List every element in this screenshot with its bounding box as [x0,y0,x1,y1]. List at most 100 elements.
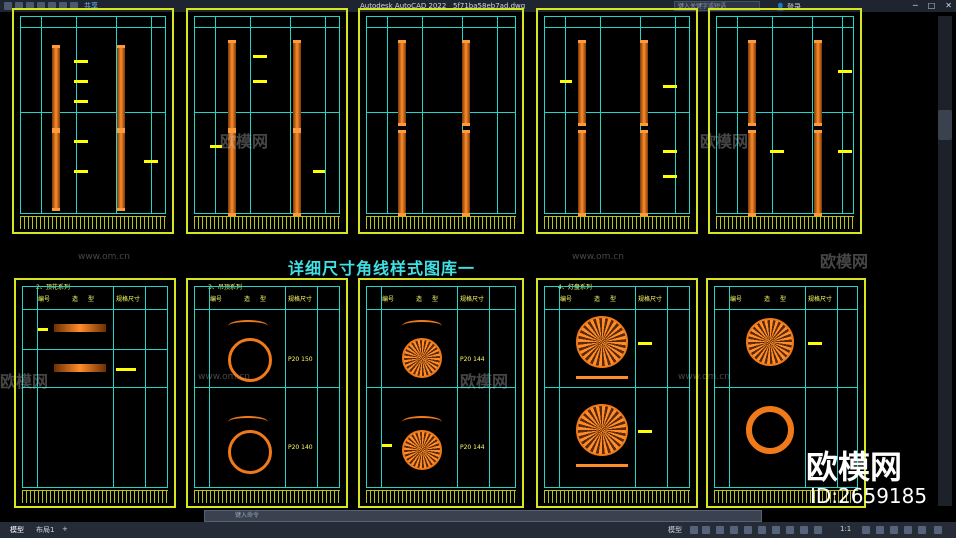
header-cell: 型 [88,296,95,303]
header-cell: 编号 [730,296,743,303]
watermark-url: www.om.cn [78,252,130,262]
column-ornament [117,130,125,211]
osnap-icon[interactable] [744,526,752,534]
clean-screen-icon[interactable] [918,526,926,534]
column-ornament [293,40,301,131]
drawing-sheet [186,8,348,234]
ring-ornament [746,406,794,454]
header-cell: 规格尺寸 [638,296,663,303]
medallion-ornament [576,404,628,456]
column-ornament [578,130,586,216]
dimension-label: P20 150 [288,356,313,363]
arc-ornament [402,320,442,332]
molding-ornament [54,364,106,372]
column-ornament [814,40,822,126]
polar-icon[interactable] [730,526,738,534]
header-cell: 型 [260,296,267,303]
transparency-icon[interactable] [786,526,794,534]
header-cell: 编号 [38,296,51,303]
drawing-sheet: 编号 造 型 规格尺寸 P20 144 P20 144 [358,278,524,508]
status-bar: 模型 布局1 + 模型 1:1 [0,522,956,538]
brand-id: ID:2659185 [810,484,928,508]
drawing-sheet [708,8,862,234]
watermark-brand: 欧模网 [0,372,49,391]
annotation-icon[interactable] [814,526,822,534]
otrack-icon[interactable] [758,526,766,534]
molding-ornament [54,324,106,332]
drawing-sheet [536,8,698,234]
header-cell: 编号 [382,296,395,303]
watermark-brand: 欧模网 [700,132,749,151]
ring-ornament [228,430,272,474]
watermark-url: www.om.cn [198,372,250,382]
close-icon[interactable]: ✕ [945,1,952,10]
column-ornament [293,130,301,216]
grid-icon[interactable] [690,526,698,534]
ortho-icon[interactable] [716,526,724,534]
window-controls: ─ □ ✕ [913,1,952,10]
watermark-brand: 欧模网 [460,372,509,391]
header-cell: 造 [764,296,771,303]
medallion-ornament [746,318,794,366]
watermark-url: www.om.cn [678,372,730,382]
header-cell: 规格尺寸 [288,296,313,303]
header-cell: 编号 [210,296,223,303]
watermark-brand: 欧模网 [220,132,269,151]
isolate-icon[interactable] [890,526,898,534]
column-ornament [462,40,470,126]
arc-ornament [228,320,268,332]
tab-layout1[interactable]: 布局1 [36,525,54,535]
minimize-icon[interactable]: ─ [913,1,918,10]
header-cell: 型 [610,296,617,303]
vertical-scrollbar[interactable] [938,16,952,506]
drawing-sheet [12,8,174,234]
customize-icon[interactable] [934,526,942,534]
plus-icon[interactable] [876,526,884,534]
column-ornament [814,130,822,216]
molding-ornament [576,464,628,467]
header-cell: 造 [72,296,79,303]
maximize-icon[interactable]: □ [928,1,936,10]
column-ornament [52,130,60,211]
model-space-toggle[interactable]: 模型 [668,525,682,535]
column-ornament [398,40,406,126]
hardware-accel-icon[interactable] [904,526,912,534]
medallion-ornament [402,338,442,378]
arc-ornament [402,416,442,428]
drawing-heading: 详细尺寸角线样式图库一 [288,259,476,278]
drawing-sheet: 2、顶花系列 编号 造 型 规格尺寸 [14,278,176,508]
command-input[interactable]: 键入命令 [204,510,762,522]
gear-icon[interactable] [862,526,870,534]
header-cell: 造 [244,296,251,303]
header-cell: 造 [416,296,423,303]
header-cell: 造 [594,296,601,303]
header-cell: 规格尺寸 [116,296,141,303]
drawing-sheet [358,8,524,234]
medallion-ornament [576,316,628,368]
column-ornament [398,130,406,216]
header-cell: 编号 [560,296,573,303]
new-icon[interactable] [4,2,12,10]
watermark-url: www.om.cn [572,252,624,262]
annotation-scale[interactable]: 1:1 [840,525,851,533]
tab-add[interactable]: + [62,525,68,533]
drawing-sheet: 4、灯盘系列 编号 造 型 规格尺寸 [536,278,698,508]
drawing-sheet: 3、吊顶系列 编号 造 型 规格尺寸 P20 150 P20 140 [186,278,348,508]
column-ornament [748,40,756,126]
header-cell: 规格尺寸 [460,296,485,303]
column-ornament [640,40,648,126]
medallion-ornament [402,430,442,470]
dimension-label: P20 140 [288,444,313,451]
molding-ornament [576,376,628,379]
dimension-label: P20 144 [460,356,485,363]
command-placeholder: 键入命令 [235,512,260,519]
navigation-bar[interactable] [938,110,952,140]
header-cell: 型 [780,296,787,303]
column-ornament [640,130,648,216]
snap-icon[interactable] [702,526,710,534]
lineweight-icon[interactable] [772,526,780,534]
watermark-brand: 欧模网 [820,252,869,271]
tab-model[interactable]: 模型 [10,525,24,535]
column-ornament [228,40,236,131]
selection-cycle-icon[interactable] [800,526,808,534]
